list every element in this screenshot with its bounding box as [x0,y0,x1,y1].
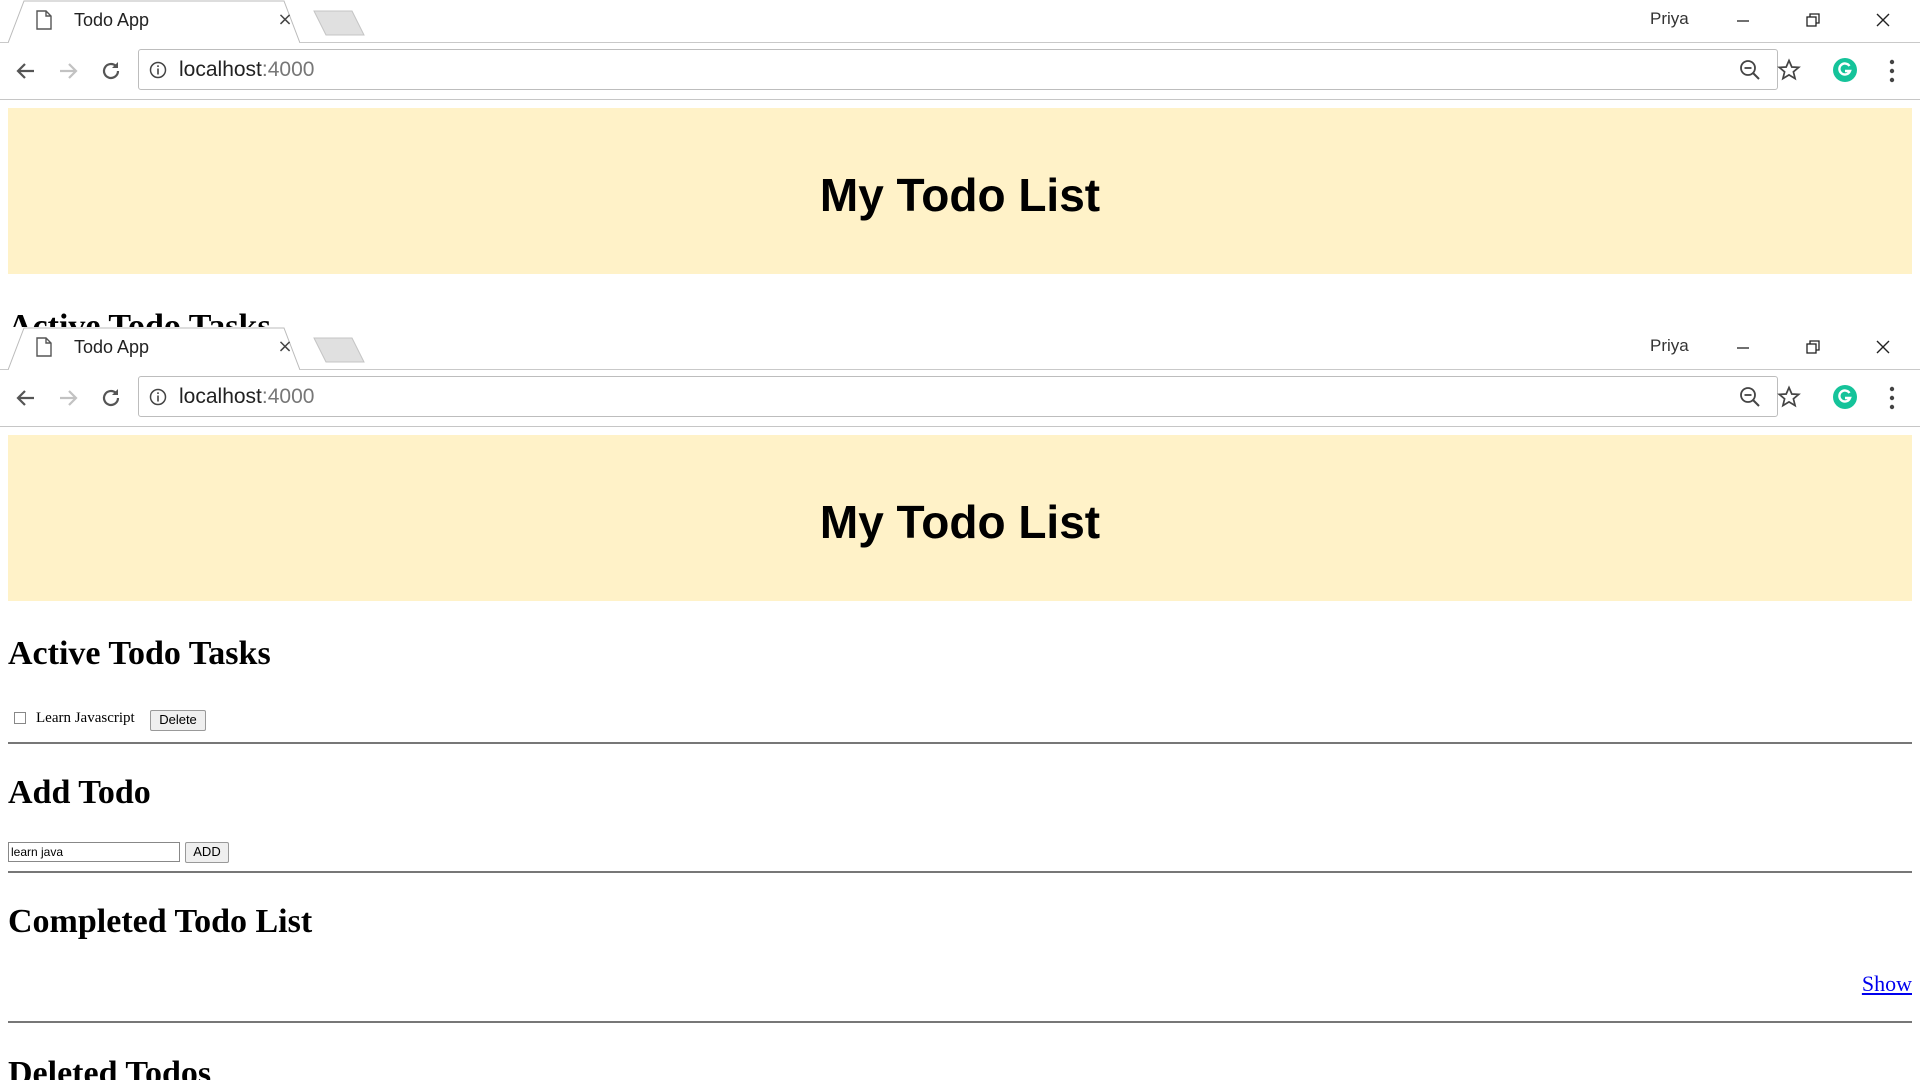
browser-toolbar: localhost:4000 [0,43,1920,100]
completed-heading: Completed Todo List [8,903,313,940]
new-tab-icon[interactable] [312,9,366,37]
browser-tab[interactable]: Todo App × [8,327,300,370]
header-banner: My Todo List [8,108,1912,274]
star-icon[interactable] [1777,385,1801,409]
info-icon[interactable] [149,61,167,79]
page-icon [36,10,52,30]
restore-icon[interactable] [1790,333,1836,363]
url-text: localhost:4000 [179,58,315,81]
address-bar[interactable]: localhost:4000 [138,376,1801,417]
close-icon[interactable] [1860,6,1906,36]
minimize-icon[interactable] [1720,6,1766,36]
section-divider [8,871,1912,873]
deleted-heading: Deleted Todos [8,1055,212,1080]
reload-icon[interactable] [95,55,127,87]
tab-close-icon[interactable]: × [274,9,296,31]
active-tasks-heading: Active Todo Tasks [8,635,271,672]
delete-button[interactable]: Delete [150,710,206,731]
new-tab-icon[interactable] [312,336,366,364]
zoom-out-icon[interactable] [1739,59,1761,81]
browser-tab[interactable]: Todo App × [8,0,300,43]
back-arrow-icon[interactable] [10,382,42,414]
page-title: My Todo List [819,496,1101,548]
active-tasks-heading: Active Todo Tasks [8,308,271,328]
star-icon[interactable] [1777,58,1801,82]
info-icon[interactable] [149,388,167,406]
add-todo-heading: Add Todo [8,774,151,811]
section-divider [8,1021,1912,1023]
forward-arrow-icon[interactable] [52,55,84,87]
section-divider [8,742,1912,744]
todo-checkbox[interactable] [14,712,26,724]
reload-icon[interactable] [95,382,127,414]
profile-name[interactable]: Priya [1650,9,1689,29]
back-arrow-icon[interactable] [10,55,42,87]
page-title: My Todo List [819,169,1101,221]
tab-close-icon[interactable]: × [274,336,296,358]
restore-icon[interactable] [1790,6,1836,36]
add-button[interactable]: ADD [185,842,229,863]
url-text: localhost:4000 [179,385,315,408]
header-banner: My Todo List [8,435,1912,601]
browser-toolbar: localhost:4000 [0,370,1920,427]
minimize-icon[interactable] [1720,333,1766,363]
browser-window-top: Todo App × Priya localhost:4000 My Todo … [0,0,1920,327]
kebab-menu-icon[interactable] [1882,57,1902,85]
zoom-out-icon[interactable] [1739,386,1761,408]
kebab-menu-icon[interactable] [1882,384,1902,412]
tab-title: Todo App [74,337,150,357]
profile-name[interactable]: Priya [1650,336,1689,356]
page-icon [36,337,52,357]
tab-title: Todo App [74,10,150,30]
grammarly-icon[interactable] [1832,384,1858,410]
browser-window-main: Todo App × Priya localhost:4000 My Todo … [0,327,1920,1080]
tab-strip: Todo App × Priya [0,0,1920,43]
add-todo-input[interactable]: learn java [8,842,180,862]
address-bar[interactable]: localhost:4000 [138,49,1801,90]
forward-arrow-icon[interactable] [52,382,84,414]
show-completed-link[interactable]: Show [1862,971,1912,997]
tab-strip: Todo App × Priya [0,327,1920,370]
close-icon[interactable] [1860,333,1906,363]
grammarly-icon[interactable] [1832,57,1858,83]
todo-label: Learn Javascript [36,710,135,726]
